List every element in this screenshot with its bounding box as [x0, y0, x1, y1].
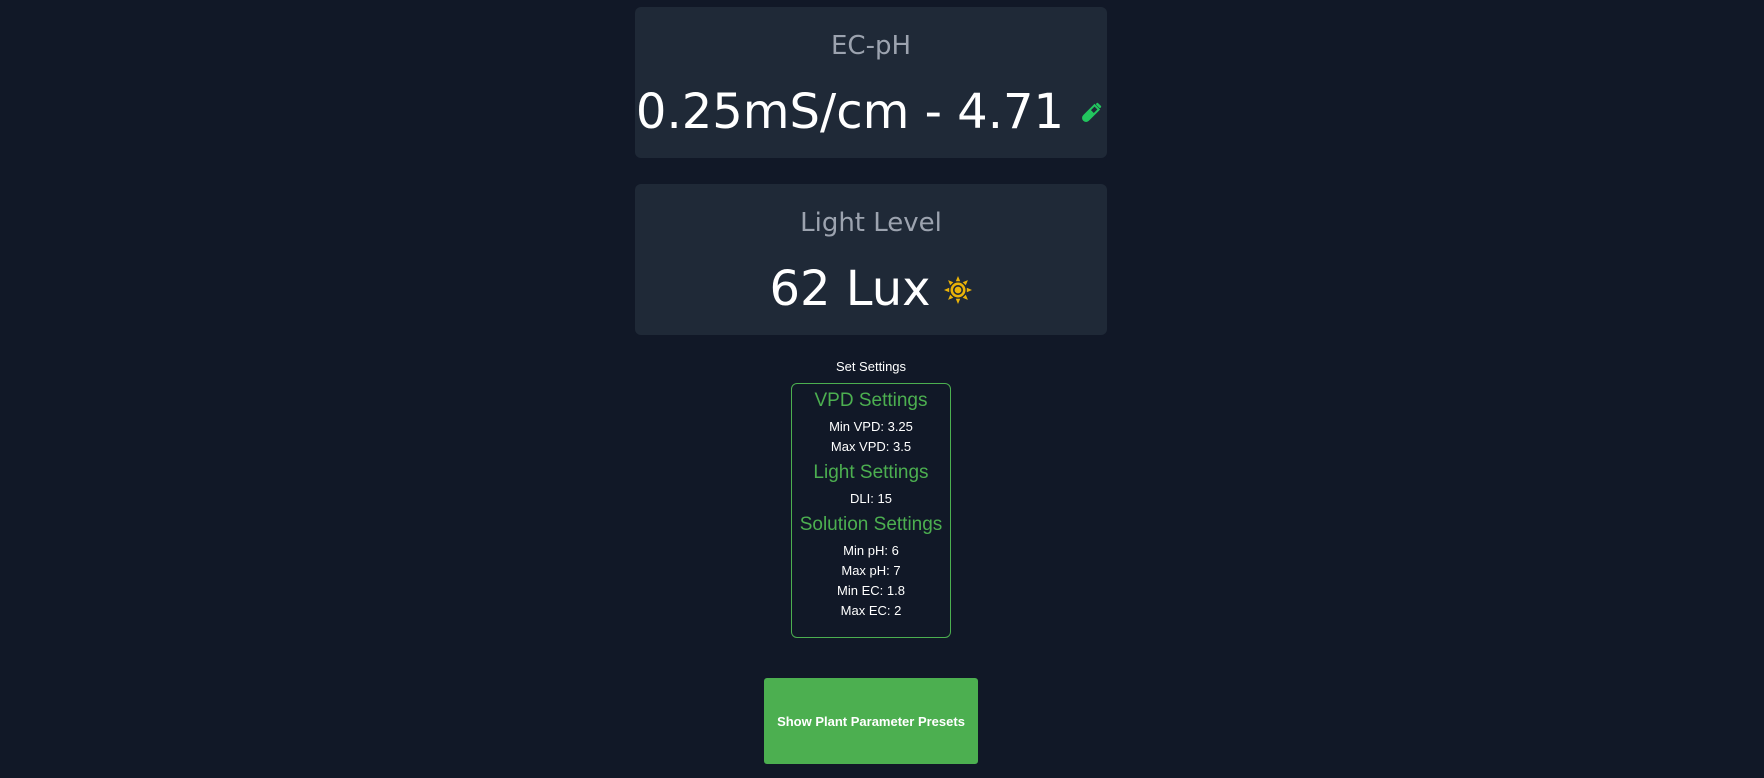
- min-ph: Min pH: 6: [843, 543, 899, 558]
- ec-ph-card: EC-pH 0.25mS/cm - 4.71: [635, 7, 1107, 158]
- max-vpd: Max VPD: 3.5: [830, 439, 912, 454]
- ec-ph-title: EC-pH: [830, 31, 912, 61]
- min-vpd: Min VPD: 3.25: [829, 419, 913, 434]
- vpd-settings-section: VPD Settings Min VPD: 3.25 Max VPD: 3.5: [792, 389, 950, 457]
- solution-settings-heading: Solution Settings: [799, 514, 943, 535]
- ec-ph-value-row: 0.25mS/cm - 4.71: [635, 77, 1107, 147]
- max-ph: Max pH: 7: [841, 563, 901, 578]
- settings-panel: VPD Settings Min VPD: 3.25 Max VPD: 3.5 …: [791, 383, 951, 638]
- max-ec: Max EC: 2: [840, 603, 902, 618]
- light-level-title: Light Level: [800, 208, 942, 238]
- dli-value: DLI: 15: [850, 491, 892, 506]
- light-level-value: 62 Lux: [769, 261, 931, 317]
- light-settings-heading: Light Settings: [813, 462, 929, 483]
- light-settings-section: Light Settings DLI: 15: [792, 461, 950, 509]
- page: EC-pH 0.25mS/cm - 4.71 Light Level 62 Lu…: [0, 0, 1764, 778]
- light-level-value-row: 62 Lux: [635, 254, 1107, 324]
- light-level-card: Light Level 62 Lux: [635, 184, 1107, 335]
- sun-icon: [943, 254, 973, 324]
- set-settings-label: Set Settings: [835, 359, 907, 374]
- solution-settings-section: Solution Settings Min pH: 6 Max pH: 7 Mi…: [792, 513, 950, 621]
- test-tube-icon: [1076, 77, 1106, 147]
- ec-ph-value: 0.25mS/cm - 4.71: [635, 84, 1065, 140]
- vpd-settings-heading: VPD Settings: [814, 390, 928, 411]
- show-plant-parameter-presets-button[interactable]: Show Plant Parameter Presets: [764, 678, 978, 764]
- min-ec: Min EC: 1.8: [837, 583, 905, 598]
